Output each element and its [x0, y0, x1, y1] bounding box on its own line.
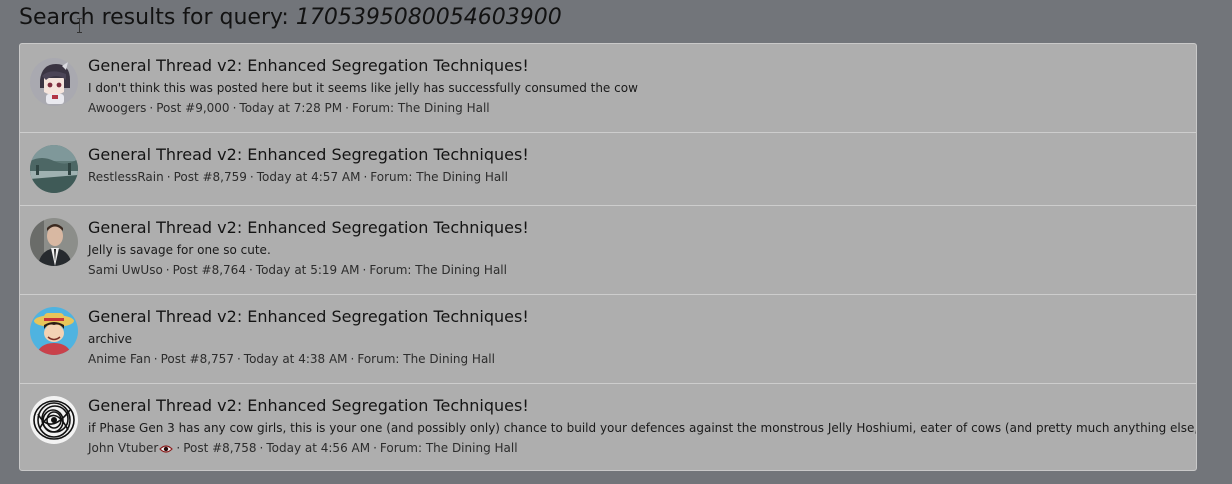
forum-prefix: Forum:	[379, 441, 426, 455]
result-snippet: I don't think this was posted here but i…	[88, 81, 638, 95]
user-avatar[interactable]	[30, 218, 78, 266]
post-time: Today at 4:38 AM	[243, 352, 348, 366]
forum-prefix: Forum:	[370, 170, 417, 184]
landscape-avatar-icon	[30, 145, 78, 193]
meta-separator: ·	[345, 101, 349, 115]
search-results-list: General Thread v2: Enhanced Segregation …	[19, 43, 1197, 471]
meta-separator: ·	[350, 352, 355, 366]
meta-separator: ·	[259, 441, 264, 455]
meta-separator: ·	[166, 170, 171, 184]
search-query: 1705395080054603900	[295, 5, 562, 30]
author-link[interactable]: Sami UwUso	[88, 263, 163, 277]
result-meta: Anime Fan · Post #8,757 · Today at 4:38 AM · F…	[88, 351, 1186, 367]
title-prefix: Search results for query:	[19, 5, 296, 30]
meta-separator: ·	[232, 101, 237, 115]
search-result: General Thread v2: Enhanced Segregation …	[20, 384, 1197, 470]
post-number-link[interactable]: Post #8,757	[161, 352, 234, 366]
meta-separator: ·	[248, 263, 253, 277]
meta-separator: ·	[153, 352, 158, 366]
straw-hat-avatar-icon	[30, 307, 78, 355]
post-number-link[interactable]: Post #8,758	[183, 441, 256, 455]
forum-link[interactable]: The Dining Hall	[403, 352, 495, 366]
post-time: Today at 4:56 AM	[266, 441, 371, 455]
search-result: General Thread v2: Enhanced Segregation …	[20, 44, 1196, 133]
author-link[interactable]: John Vtuber	[88, 441, 158, 455]
post-time: Today at 5:19 AM	[255, 263, 360, 277]
forum-prefix: Forum:	[351, 101, 398, 115]
result-snippet: Jelly is savage for one so cute.	[88, 243, 271, 257]
post-number-link[interactable]: Post #8,764	[173, 263, 246, 277]
search-result: General Thread v2: Enhanced Segregation …	[20, 206, 1196, 295]
meta-separator: ·	[165, 263, 170, 277]
text-cursor-icon	[77, 18, 82, 33]
result-title-link[interactable]: General Thread v2: Enhanced Segregation …	[88, 396, 1186, 416]
result-meta: John Vtuber · Post #8,758 · Today at 4:56 AM…	[88, 440, 1186, 458]
man-in-suit-avatar-icon	[30, 218, 78, 266]
author-link[interactable]: Awoogers	[88, 101, 146, 115]
post-number-link[interactable]: Post #8,759	[174, 170, 247, 184]
page-title: Search results for query: 17053950800546…	[19, 4, 562, 32]
user-avatar[interactable]	[30, 58, 78, 106]
result-title-link[interactable]: General Thread v2: Enhanced Segregation …	[88, 218, 1186, 238]
post-number-link[interactable]: Post #9,000	[156, 101, 229, 115]
meta-separator: ·	[362, 263, 367, 277]
search-result: General Thread v2: Enhanced Segregation …	[20, 295, 1196, 384]
author-link[interactable]: RestlessRain	[88, 170, 164, 184]
forum-link[interactable]: The Dining Hall	[426, 441, 518, 455]
author-link[interactable]: Anime Fan	[88, 352, 151, 366]
user-avatar[interactable]	[30, 307, 78, 355]
result-title-link[interactable]: General Thread v2: Enhanced Segregation …	[88, 56, 1186, 76]
meta-separator: ·	[149, 101, 154, 115]
user-avatar[interactable]	[30, 145, 78, 193]
result-meta: RestlessRain · Post #8,759 · Today at 4:57 A…	[88, 169, 1186, 185]
result-meta: Sami UwUso · Post #8,764 · Today at 5:19 AM ·…	[88, 262, 1186, 278]
scribble-avatar-icon	[30, 396, 78, 444]
result-snippet: archive	[88, 332, 133, 346]
result-title-link[interactable]: General Thread v2: Enhanced Segregation …	[88, 145, 1186, 165]
user-avatar[interactable]	[30, 396, 78, 444]
forum-prefix: Forum:	[369, 263, 416, 277]
anime-chibi-avatar-icon	[30, 58, 78, 106]
meta-separator: ·	[236, 352, 241, 366]
meta-separator: ·	[363, 170, 368, 184]
result-meta: Awoogers · Post #9,000 · Today at 7:28 PM · Fo…	[88, 100, 1186, 116]
post-time: Today at 4:57 AM	[256, 170, 361, 184]
forum-link[interactable]: The Dining Hall	[415, 263, 507, 277]
meta-separator: ·	[373, 441, 377, 455]
forum-link[interactable]: The Dining Hall	[398, 101, 490, 115]
eye-icon	[159, 442, 174, 458]
forum-link[interactable]: The Dining Hall	[416, 170, 508, 184]
forum-prefix: Forum:	[357, 352, 404, 366]
meta-separator: ·	[176, 441, 181, 455]
search-result: General Thread v2: Enhanced Segregation …	[20, 133, 1196, 206]
post-time: Today at 7:28 PM	[239, 101, 343, 115]
result-snippet: if Phase Gen 3 has any cow girls, this i…	[88, 421, 1197, 435]
result-title-link[interactable]: General Thread v2: Enhanced Segregation …	[88, 307, 1186, 327]
meta-separator: ·	[249, 170, 254, 184]
